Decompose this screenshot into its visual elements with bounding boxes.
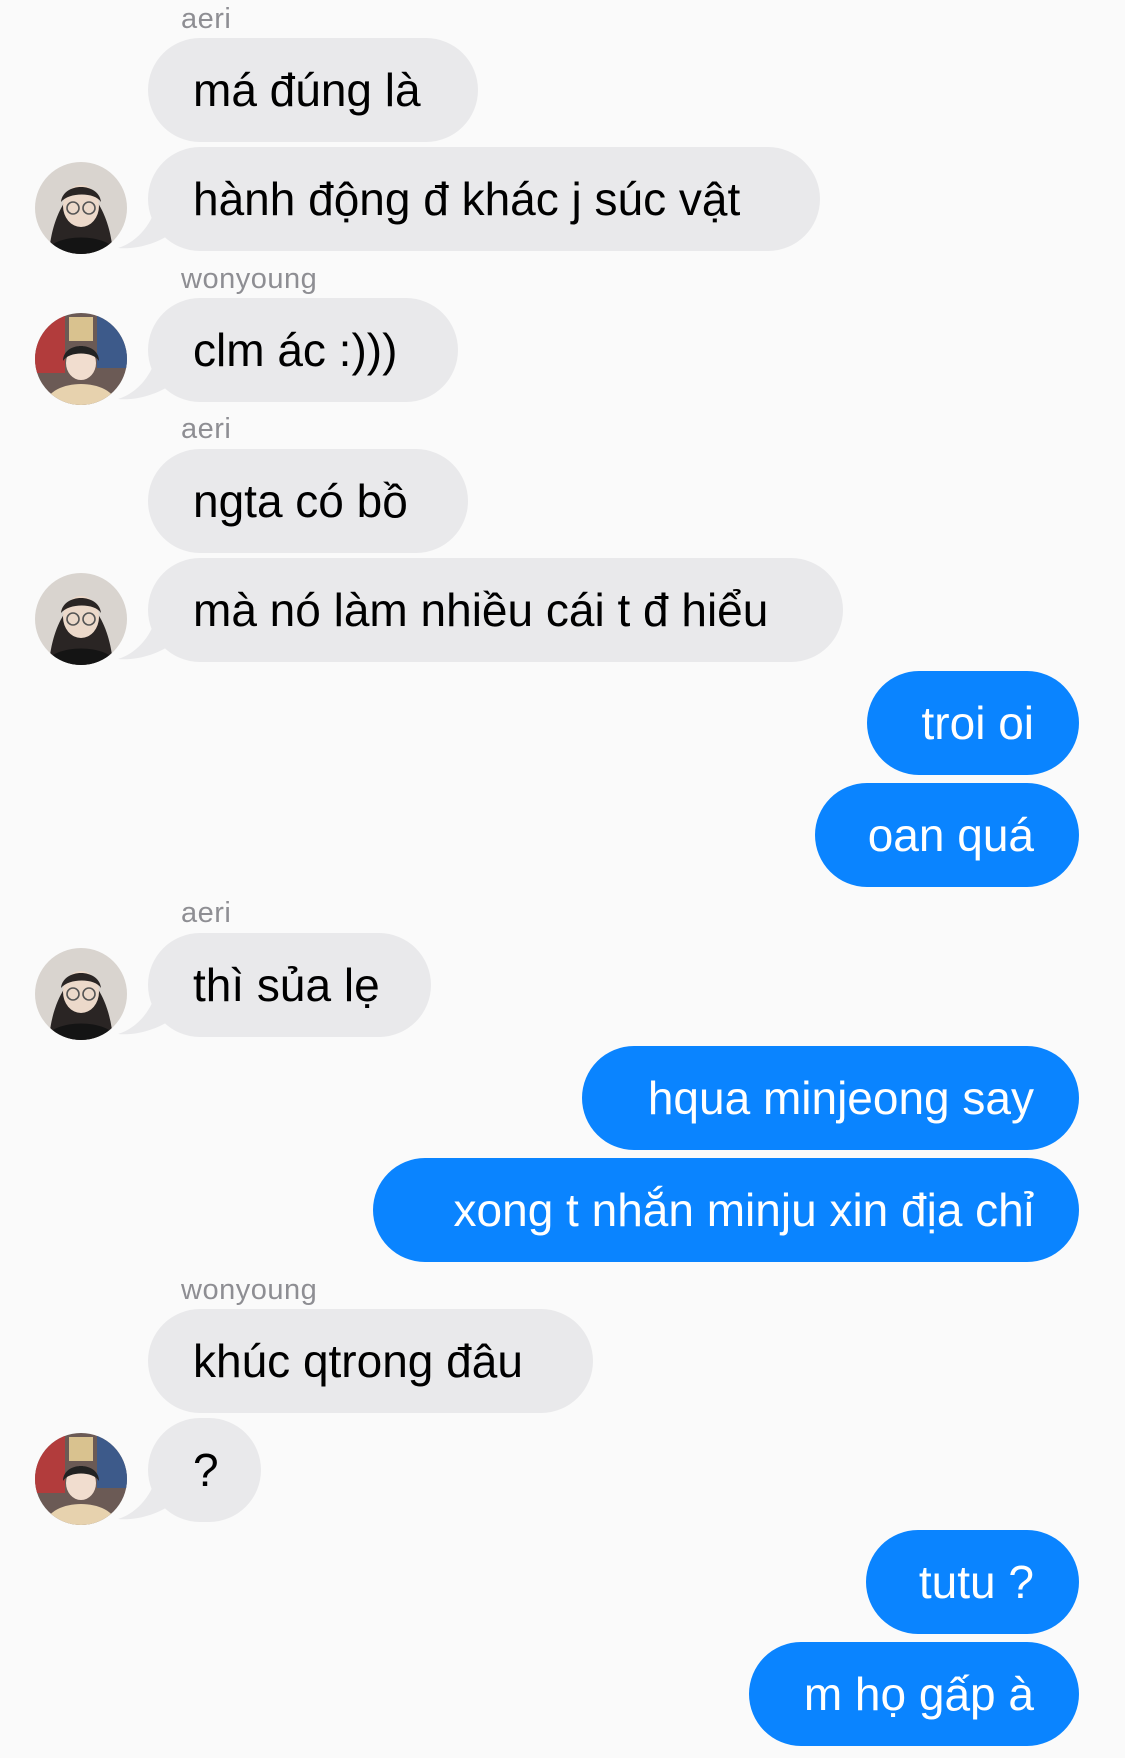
aeri-avatar[interactable] [35,162,127,254]
outgoing-message-bubble[interactable]: tutu ? [866,1530,1079,1634]
outgoing-message-bubble[interactable]: oan quá [815,783,1079,887]
outgoing-message-bubble[interactable]: xong t nhắn minju xin địa chỉ [373,1158,1079,1262]
incoming-message-bubble[interactable]: ? [148,1418,261,1522]
sender-name-aeri: aeri [181,3,232,35]
sender-name-wonyoung: wonyoung [181,1274,318,1306]
aeri-avatar[interactable] [35,573,127,665]
wonyoung-avatar[interactable] [35,1433,127,1525]
incoming-message-bubble[interactable]: thì sủa lẹ [148,933,431,1037]
incoming-message-bubble[interactable]: má đúng là [148,38,478,142]
outgoing-message-bubble[interactable]: m họ gấp à [749,1642,1079,1746]
aeri-avatar[interactable] [35,948,127,1040]
sender-name-aeri: aeri [181,897,232,929]
incoming-message-bubble[interactable]: hành động đ khác j súc vật [148,147,820,251]
incoming-message-bubble[interactable]: clm ác :))) [148,298,458,402]
message-thread[interactable]: aeri má đúng là hành động đ khác j súc v… [0,0,1125,1758]
sender-name-aeri: aeri [181,413,232,445]
outgoing-message-bubble[interactable]: troi oi [867,671,1079,775]
wonyoung-avatar[interactable] [35,313,127,405]
incoming-message-bubble[interactable]: ngta có bồ [148,449,468,553]
incoming-message-bubble[interactable]: mà nó làm nhiều cái t đ hiểu [148,558,843,662]
outgoing-message-bubble[interactable]: hqua minjeong say [582,1046,1079,1150]
incoming-message-bubble[interactable]: khúc qtrong đâu [148,1309,593,1413]
sender-name-wonyoung: wonyoung [181,263,318,295]
